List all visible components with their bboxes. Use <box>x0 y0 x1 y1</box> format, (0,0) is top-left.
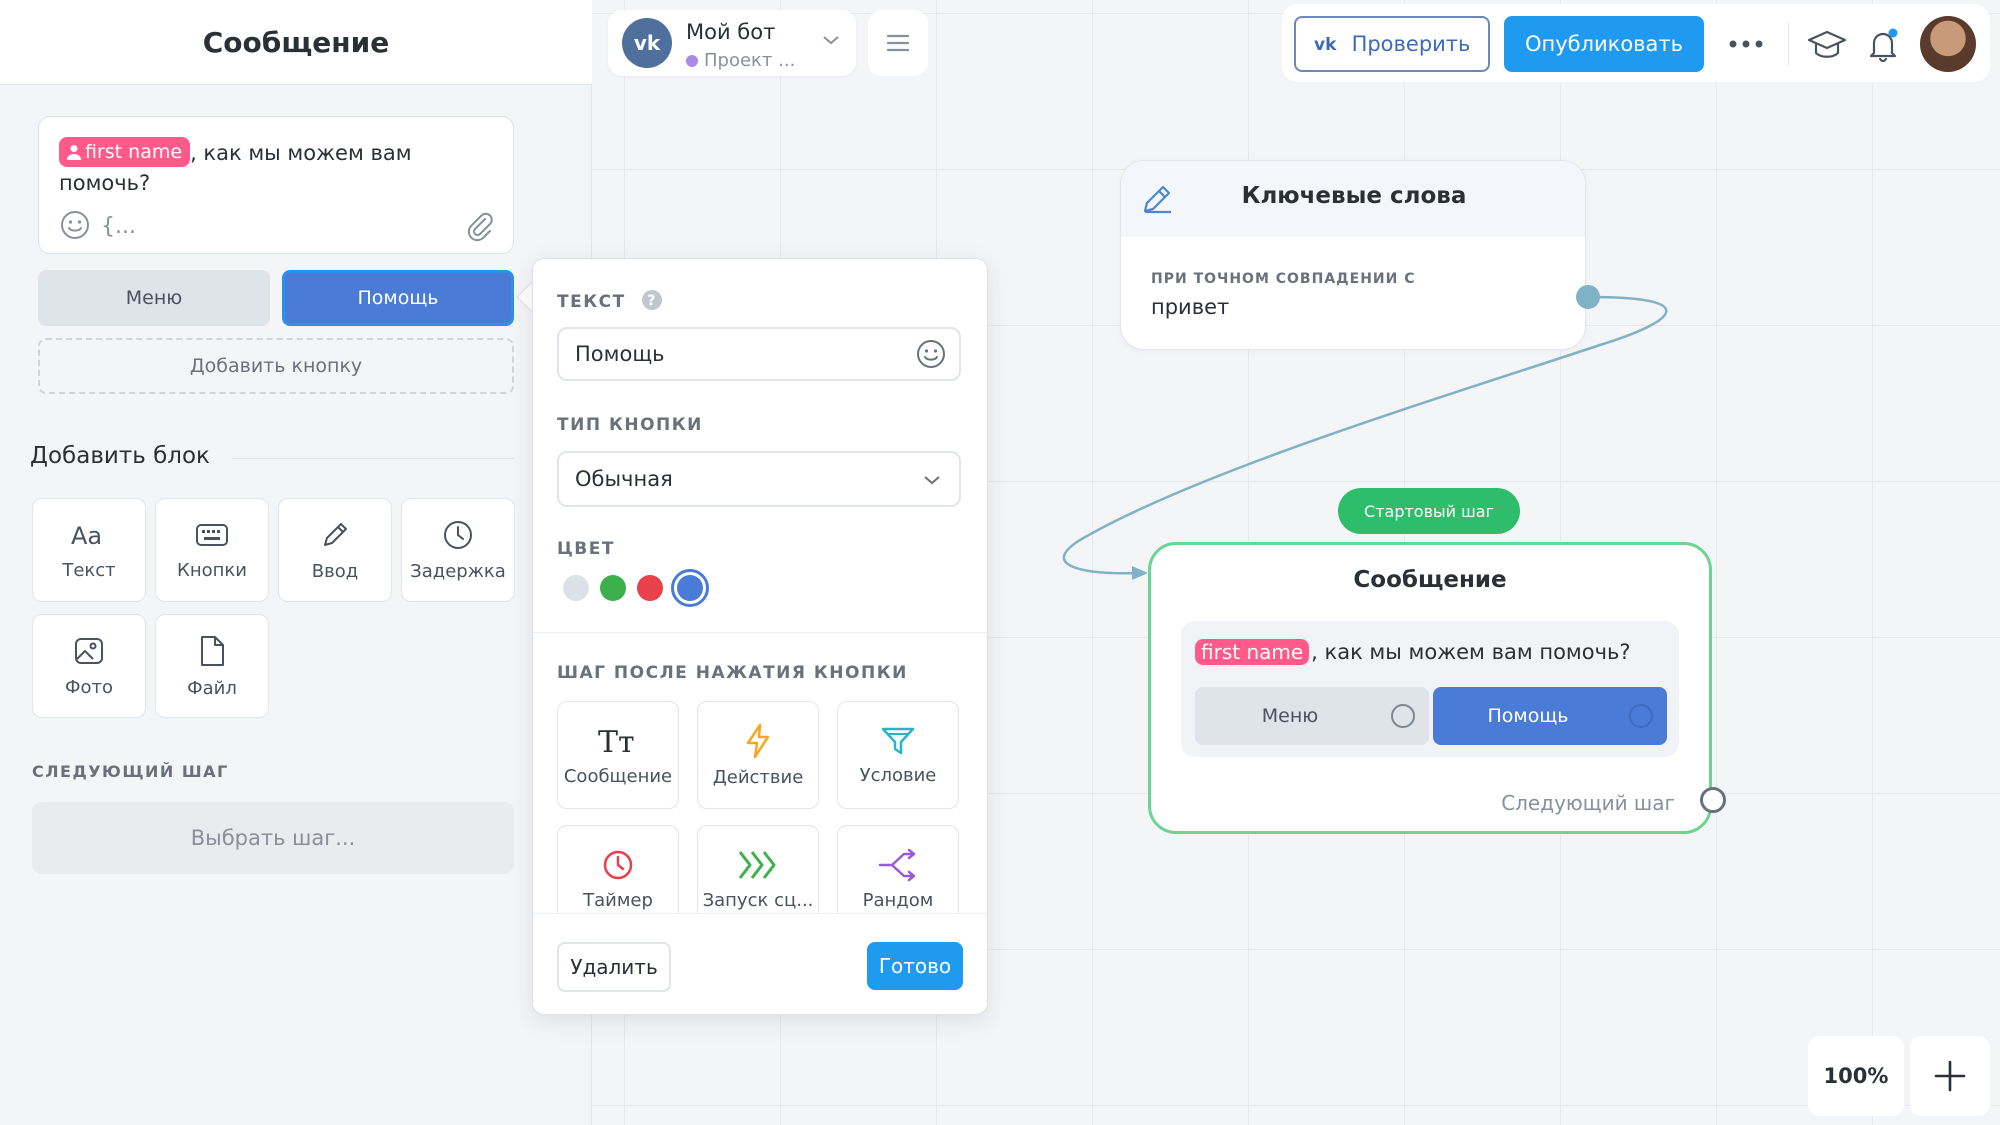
keyword-output-port[interactable] <box>1576 285 1600 309</box>
message-node-title: Сообщение <box>1353 567 1507 593</box>
node-button-menu[interactable]: Меню <box>1195 687 1429 745</box>
next-step-port[interactable] <box>1700 787 1726 813</box>
arrow-head-icon <box>1132 566 1148 580</box>
message-node[interactable]: Сообщение first name , как мы можем вам … <box>1148 542 1712 834</box>
keyword-condition: ПРИ ТОЧНОМ СОВПАДЕНИИ С <box>1151 271 1416 287</box>
variable-chip: first name <box>1195 639 1310 665</box>
start-step-badge: Стартовый шаг <box>1338 488 1520 534</box>
node-button-label: Помощь <box>1487 705 1569 727</box>
next-step-label: Следующий шаг <box>1501 791 1675 815</box>
button-port[interactable] <box>1629 704 1653 728</box>
message-node-body: first name , как мы можем вам помочь? Ме… <box>1181 621 1679 757</box>
keyword-node-title: Ключевые слова <box>1241 183 1467 209</box>
message-node-text: first name , как мы можем вам помочь? <box>1195 639 1631 665</box>
zoom-level[interactable]: 100% <box>1808 1036 1904 1116</box>
keyword-value: привет <box>1151 295 1230 319</box>
plus-icon <box>1934 1060 1966 1092</box>
keyword-node[interactable]: Ключевые слова ПРИ ТОЧНОМ СОВПАДЕНИИ С п… <box>1120 160 1586 350</box>
node-button-label: Меню <box>1261 705 1319 727</box>
button-port[interactable] <box>1391 704 1415 728</box>
node-button-help[interactable]: Помощь <box>1433 687 1667 745</box>
zoom-in-button[interactable] <box>1910 1036 1990 1116</box>
message-text: , как мы можем вам помочь? <box>1311 640 1631 664</box>
